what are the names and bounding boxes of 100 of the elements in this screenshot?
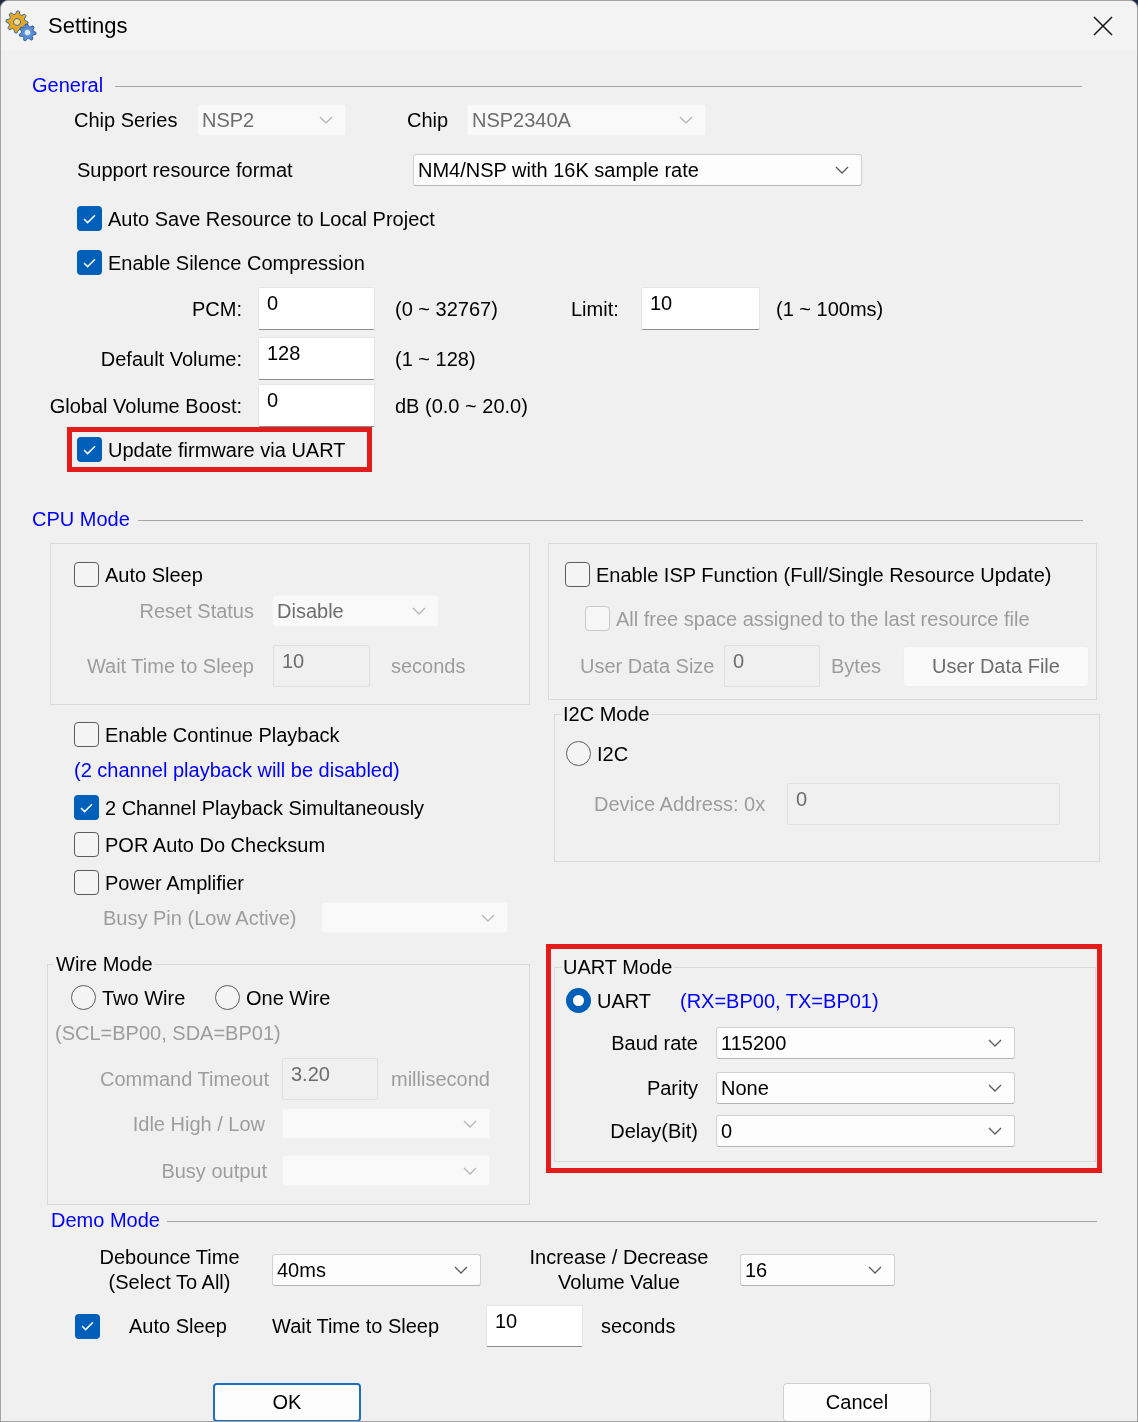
checkbox-label: Update firmware via UART bbox=[108, 437, 346, 462]
field-label: Limit: bbox=[571, 296, 619, 321]
field-label: Chip bbox=[407, 108, 449, 132]
checkbox-label: Auto Sleep bbox=[105, 562, 203, 587]
chevron-down-icon bbox=[463, 1166, 477, 1175]
dropdown[interactable]: None bbox=[716, 1072, 1015, 1104]
radio-button[interactable] bbox=[71, 985, 96, 1010]
dropdown[interactable]: 115200 bbox=[716, 1027, 1015, 1059]
chevron-down-icon bbox=[988, 1084, 1002, 1092]
dropdown[interactable]: 0 bbox=[716, 1115, 1015, 1147]
close-icon[interactable] bbox=[1093, 15, 1113, 36]
group-title: UART Mode bbox=[562, 955, 674, 979]
radio-button[interactable] bbox=[215, 985, 240, 1010]
checkbox-label: Enable Silence Compression bbox=[108, 250, 365, 275]
chevron-down-icon bbox=[463, 1119, 477, 1128]
checkbox-label: Power Amplifier bbox=[105, 870, 244, 895]
checkbox-label: Auto Sleep bbox=[129, 1314, 227, 1338]
checkbox[interactable] bbox=[74, 562, 99, 587]
checkbox[interactable] bbox=[74, 722, 99, 747]
chevron-down-icon bbox=[319, 116, 333, 124]
text-field[interactable]: 0 bbox=[258, 384, 375, 427]
pin-info-text: (RX=BP00, TX=BP01) bbox=[680, 988, 879, 1013]
text-field[interactable]: 128 bbox=[258, 337, 375, 380]
radio-button[interactable] bbox=[566, 741, 591, 766]
chevron-down-icon bbox=[454, 1266, 468, 1274]
checkbox[interactable] bbox=[77, 437, 102, 462]
text-field[interactable]: 10 bbox=[486, 1305, 583, 1347]
unit-text: seconds bbox=[391, 654, 466, 678]
chevron-down-icon bbox=[679, 116, 693, 124]
gears-icon bbox=[5, 9, 37, 42]
checkbox[interactable] bbox=[74, 870, 99, 895]
checkbox-label: 2 Channel Playback Simultaneously bbox=[105, 795, 425, 820]
checkbox-label: Enable Continue Playback bbox=[105, 722, 340, 747]
text-field[interactable]: 10 bbox=[641, 287, 760, 330]
field-label: Wait Time to Sleep bbox=[272, 1314, 440, 1338]
field-label: Delay(Bit) bbox=[610, 1119, 698, 1143]
field-label: Busy output bbox=[161, 1158, 267, 1183]
group-title: I2C Mode bbox=[562, 702, 651, 726]
chevron-down-icon bbox=[835, 166, 849, 174]
field-label: Support resource format bbox=[77, 158, 293, 182]
range-text: (1 ~ 100ms) bbox=[776, 296, 884, 321]
unit-text: seconds bbox=[601, 1314, 676, 1338]
section-heading: General bbox=[32, 73, 104, 97]
section-heading: CPU Mode bbox=[32, 507, 130, 531]
checkbox-label: Auto Save Resource to Local Project bbox=[108, 206, 435, 231]
checkbox[interactable] bbox=[565, 562, 590, 587]
field-label: PCM: bbox=[192, 296, 242, 321]
checkmark-icon bbox=[83, 444, 96, 455]
field-label: Baud rate bbox=[611, 1031, 698, 1055]
checkmark-icon bbox=[81, 1321, 94, 1331]
chevron-down-icon bbox=[988, 1039, 1002, 1047]
field-label: Global Volume Boost: bbox=[49, 393, 242, 418]
field-label: Command Timeout bbox=[100, 1067, 269, 1091]
radio-label: I2C bbox=[597, 741, 629, 766]
checkmark-icon bbox=[83, 257, 96, 268]
checkbox[interactable] bbox=[74, 832, 99, 857]
checkbox[interactable] bbox=[77, 206, 102, 231]
dropdown[interactable]: NM4/NSP with 16K sample rate bbox=[413, 154, 862, 186]
checkmark-icon bbox=[83, 213, 96, 224]
field-label: Default Volume: bbox=[100, 346, 242, 371]
checkbox[interactable] bbox=[74, 795, 99, 820]
window-title: Settings bbox=[48, 11, 128, 40]
field-label: Parity bbox=[646, 1076, 698, 1100]
chevron-down-icon bbox=[481, 913, 495, 922]
field-label: Device Address: 0x bbox=[594, 792, 766, 816]
dialog-button[interactable]: OK bbox=[213, 1383, 361, 1421]
field-label: Busy Pin (Low Active) bbox=[103, 905, 297, 930]
checkbox-label: POR Auto Do Checksum bbox=[105, 832, 326, 857]
radio-button[interactable] bbox=[566, 988, 591, 1013]
chevron-down-icon bbox=[988, 1127, 1002, 1135]
field-label: Reset Status bbox=[139, 599, 254, 623]
unit-text: millisecond bbox=[391, 1067, 490, 1091]
field-label: Wait Time to Sleep bbox=[86, 654, 254, 678]
field-label: Debounce Time (Select To All) bbox=[99, 1245, 240, 1295]
radio-label: UART bbox=[597, 988, 652, 1013]
field-label: Chip Series bbox=[74, 108, 178, 132]
checkmark-icon bbox=[80, 802, 93, 813]
dialog-button[interactable]: Cancel bbox=[783, 1383, 931, 1421]
radio-label: One Wire bbox=[246, 985, 331, 1010]
dropdown[interactable]: 16 bbox=[740, 1254, 895, 1286]
note-text: (2 channel playback will be disabled) bbox=[74, 758, 400, 782]
chevron-down-icon bbox=[412, 607, 426, 615]
range-text: dB (0.0 ~ 20.0) bbox=[395, 393, 528, 418]
range-text: (1 ~ 128) bbox=[395, 346, 476, 371]
pin-info-text: (SCL=BP00, SDA=BP01) bbox=[55, 1021, 281, 1045]
field-label: User Data Size bbox=[580, 654, 715, 678]
range-text: (0 ~ 32767) bbox=[395, 296, 498, 321]
checkbox-label: Enable ISP Function (Full/Single Resource Update) bbox=[596, 562, 1052, 587]
text-field[interactable]: 0 bbox=[258, 287, 375, 330]
radio-label: Two Wire bbox=[102, 985, 186, 1010]
checkbox-label: All free space assigned to the last resource file bbox=[616, 606, 1030, 631]
chevron-down-icon bbox=[868, 1266, 882, 1274]
dropdown[interactable]: 40ms bbox=[272, 1254, 481, 1286]
unit-text: Bytes bbox=[831, 654, 882, 678]
field-label: Increase / Decrease Volume Value bbox=[529, 1245, 709, 1295]
checkbox[interactable] bbox=[75, 1313, 100, 1339]
group-title: Wire Mode bbox=[55, 952, 154, 976]
checkbox[interactable] bbox=[77, 250, 102, 275]
section-heading: Demo Mode bbox=[51, 1208, 160, 1232]
field-label: Idle High / Low bbox=[132, 1111, 265, 1136]
